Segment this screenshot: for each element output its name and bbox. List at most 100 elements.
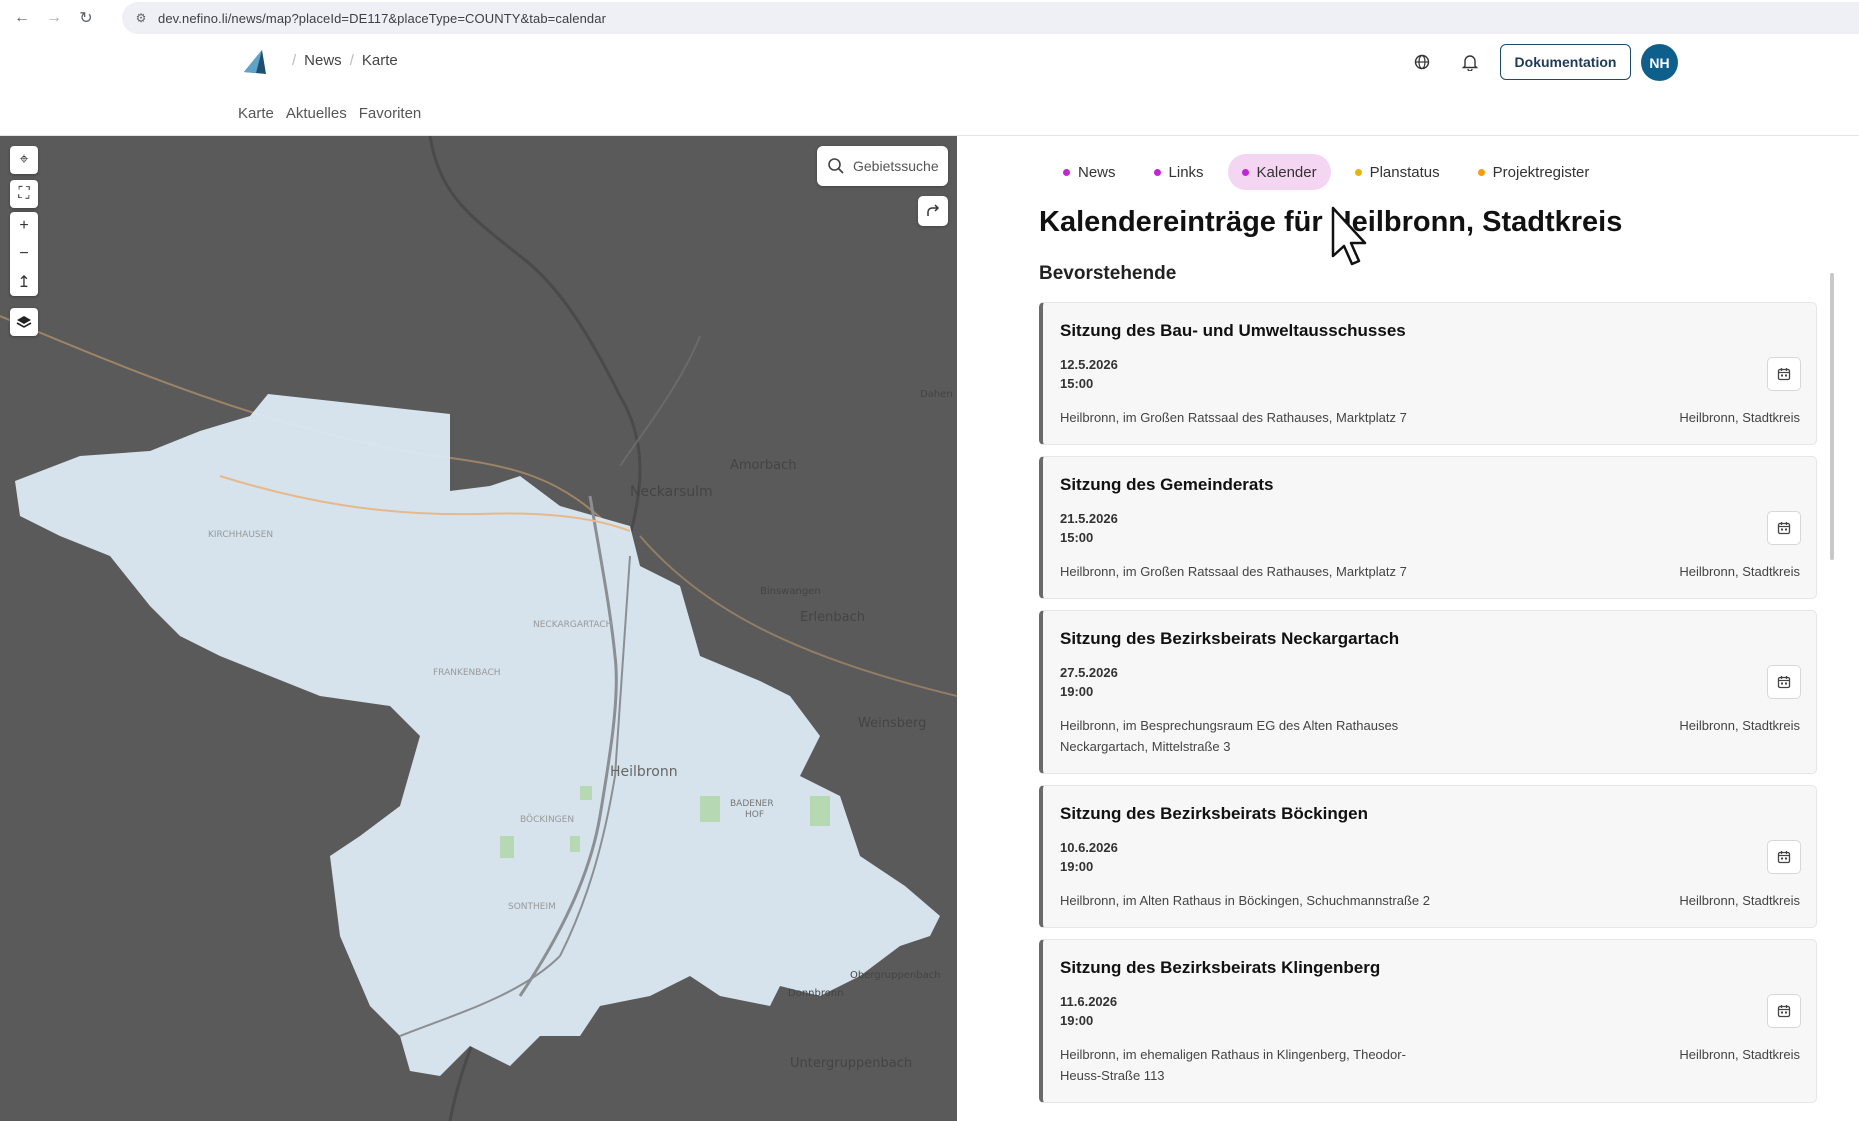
map-view[interactable]: Amorbach Neckarsulm Erlenbach Weinsberg … <box>0 136 957 1121</box>
event-time: 19:00 <box>1060 859 1094 874</box>
map-label-obergruppenbach: Obergruppenbach <box>850 970 941 981</box>
search-icon <box>828 158 844 174</box>
layers-icon[interactable] <box>10 308 38 336</box>
tab-planstatus[interactable]: Planstatus <box>1341 154 1454 190</box>
event-title: Sitzung des Gemeinderats <box>1060 475 1274 494</box>
subnav-karte[interactable]: Karte <box>238 105 274 122</box>
app-header: / News / Karte Dokumentation NH Karte Ak… <box>0 36 1859 136</box>
map-label-donnbronn: Donnbronn <box>788 988 844 999</box>
event-location: Heilbronn, im Besprechungsraum EG des Al… <box>1060 718 1399 754</box>
documentation-button[interactable]: Dokumentation <box>1500 44 1631 80</box>
mouse-cursor-icon <box>1331 206 1367 266</box>
fullscreen-icon[interactable]: ⛶ <box>10 180 38 208</box>
layers-control[interactable] <box>10 308 38 336</box>
event-card[interactable]: Sitzung des Bezirksbeirats Böckingen 10.… <box>1039 785 1817 928</box>
event-date: 12.5.2026 <box>1060 357 1118 372</box>
calendar-icon <box>1777 368 1791 381</box>
zoom-out-icon[interactable]: − <box>10 240 38 268</box>
tab-label: Kalender <box>1256 163 1317 181</box>
event-title: Sitzung des Bezirksbeirats Klingenberg <box>1060 958 1381 977</box>
url-text: dev.nefino.li/news/map?placeId=DE117&pla… <box>158 10 607 26</box>
area-search-label: Gebietssuche <box>853 158 939 174</box>
calendar-icon <box>1777 851 1791 864</box>
scrollbar[interactable] <box>1830 273 1834 560</box>
globe-icon[interactable] <box>1408 48 1436 76</box>
area-search-button[interactable]: Gebietssuche <box>817 146 948 186</box>
add-to-calendar-button[interactable] <box>1767 511 1801 545</box>
event-card[interactable]: Sitzung des Bezirksbeirats Klingenberg 1… <box>1039 939 1817 1103</box>
back-arrow-icon[interactable]: ← <box>8 4 36 32</box>
browser-toolbar: ← → ↻ ⚙ dev.nefino.li/news/map?placeId=D… <box>0 0 1859 36</box>
event-card[interactable]: Sitzung des Gemeinderats 21.5.2026 15:00… <box>1039 456 1817 599</box>
breadcrumb-news[interactable]: News <box>304 52 342 69</box>
avatar[interactable]: NH <box>1641 44 1678 81</box>
map-label-erlenbach: Erlenbach <box>800 610 865 625</box>
event-location: Heilbronn, im Alten Rathaus in Böckingen… <box>1060 893 1430 908</box>
content-tabs: News Links Kalender Planstatus Projektregist… <box>1049 154 1603 190</box>
add-to-calendar-button[interactable] <box>1767 840 1801 874</box>
subnav-aktuelles[interactable]: Aktuelles <box>286 105 347 122</box>
breadcrumb: / News / Karte <box>292 52 398 69</box>
add-to-calendar-button[interactable] <box>1767 994 1801 1028</box>
compass-icon[interactable]: ↥ <box>10 268 38 296</box>
event-region: Heilbronn, Stadtkreis <box>1679 718 1800 733</box>
map-label-weinsberg: Weinsberg <box>858 716 926 731</box>
tab-links[interactable]: Links <box>1140 154 1218 190</box>
subnav-favoriten[interactable]: Favoriten <box>359 105 422 122</box>
nefino-logo[interactable] <box>240 46 272 78</box>
breadcrumb-karte[interactable]: Karte <box>362 52 398 69</box>
locate-control[interactable]: ⌖ <box>10 146 38 174</box>
sub-navigation: Karte Aktuelles Favoriten <box>238 105 421 122</box>
zoom-in-icon[interactable]: + <box>10 212 38 240</box>
map-label-frankenbach: FRANKENBACH <box>433 668 501 678</box>
add-to-calendar-button[interactable] <box>1767 665 1801 699</box>
site-settings-icon[interactable]: ⚙ <box>134 11 148 25</box>
address-bar[interactable]: ⚙ dev.nefino.li/news/map?placeId=DE117&p… <box>122 2 1859 34</box>
map-label-binswangen: Binswangen <box>760 586 821 597</box>
event-card[interactable]: Sitzung des Bau- und Umweltausschusses 1… <box>1039 302 1817 445</box>
event-list: Sitzung des Bau- und Umweltausschusses 1… <box>1039 302 1817 1114</box>
add-to-calendar-button[interactable] <box>1767 357 1801 391</box>
event-location: Heilbronn, im ehemaligen Rathaus in Klin… <box>1060 1047 1406 1083</box>
map-label-hof: HOF <box>745 810 764 820</box>
tab-news[interactable]: News <box>1049 154 1130 190</box>
section-title: Bevorstehende <box>1039 263 1177 284</box>
tab-projektregister[interactable]: Projektregister <box>1464 154 1604 190</box>
event-title: Sitzung des Bau- und Umweltausschusses <box>1060 321 1406 340</box>
tab-label: Links <box>1168 163 1204 181</box>
map-canvas[interactable]: Amorbach Neckarsulm Erlenbach Weinsberg … <box>0 136 957 1121</box>
forward-arrow-icon[interactable]: → <box>40 4 68 32</box>
tab-dot-icon <box>1241 168 1249 176</box>
map-label-sontheim: SONTHEIM <box>508 902 556 912</box>
tab-label: News <box>1078 163 1116 181</box>
event-title: Sitzung des Bezirksbeirats Böckingen <box>1060 804 1368 823</box>
event-time: 15:00 <box>1060 530 1094 545</box>
crosshair-icon[interactable]: ⌖ <box>10 146 38 174</box>
event-region: Heilbronn, Stadtkreis <box>1679 893 1800 908</box>
event-location: Heilbronn, im Großen Ratssaal des Rathau… <box>1060 564 1407 579</box>
map-label-dahen: Dahen <box>920 389 953 400</box>
fullscreen-control[interactable]: ⛶ <box>10 180 38 208</box>
calendar-icon <box>1777 522 1791 535</box>
map-label-neckarsulm: Neckarsulm <box>630 484 713 500</box>
event-card[interactable]: Sitzung des Bezirksbeirats Neckargartach… <box>1039 610 1817 774</box>
map-label-heilbronn: Heilbronn <box>610 764 678 780</box>
bell-icon[interactable] <box>1456 48 1484 76</box>
map-label-neckargartach: NECKARGARTACH <box>533 620 612 630</box>
reload-icon[interactable]: ↻ <box>72 4 100 32</box>
calendar-icon <box>1777 676 1791 689</box>
tab-label: Planstatus <box>1369 163 1440 181</box>
tab-label: Projektregister <box>1492 163 1590 181</box>
event-date: 27.5.2026 <box>1060 665 1118 680</box>
event-time: 19:00 <box>1060 1013 1094 1028</box>
tab-dot-icon <box>1477 168 1485 176</box>
share-button[interactable] <box>918 196 948 226</box>
event-time: 15:00 <box>1060 376 1094 391</box>
tab-kalender[interactable]: Kalender <box>1227 154 1331 190</box>
calendar-icon <box>1777 1005 1791 1018</box>
map-label-kirchhausen: KIRCHHAUSEN <box>208 530 273 540</box>
event-location: Heilbronn, im Großen Ratssaal des Rathau… <box>1060 410 1407 425</box>
event-date: 10.6.2026 <box>1060 840 1118 855</box>
map-label-amorbach: Amorbach <box>730 458 796 473</box>
event-title: Sitzung des Bezirksbeirats Neckargartach <box>1060 629 1400 648</box>
